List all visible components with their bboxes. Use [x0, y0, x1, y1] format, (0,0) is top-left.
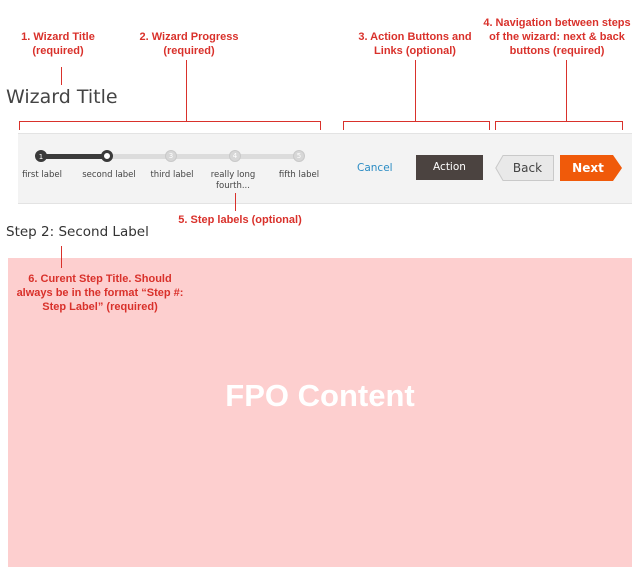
step-4-indicator[interactable]: 4	[229, 150, 241, 162]
annotation-line	[61, 67, 62, 85]
action-button[interactable]: Action	[416, 155, 483, 180]
annotation-line	[61, 246, 62, 268]
annotation-line	[566, 60, 567, 121]
annotation-action-buttons: 3. Action Buttons and Links (optional)	[358, 31, 472, 57]
annotation-step-title: 6. Curent Step Title. Should always be i…	[16, 273, 184, 313]
step-5-indicator[interactable]: 5	[293, 150, 305, 162]
next-button-label: Next	[572, 161, 604, 175]
fpo-content-placeholder: FPO Content	[225, 378, 415, 413]
step-2-indicator[interactable]	[101, 150, 113, 162]
next-button[interactable]: Next	[560, 155, 622, 181]
annotation-step-labels: 5. Step labels (optional)	[178, 214, 302, 226]
back-button-label: Back	[512, 161, 543, 175]
step-5-label: fifth label	[278, 170, 320, 180]
annotation-bracket	[495, 121, 496, 130]
annotation-wizard-progress: 2. Wizard Progress (required)	[139, 31, 239, 57]
annotation-bracket	[19, 121, 20, 130]
annotation-wizard-title: 1. Wizard Title (required)	[21, 31, 95, 57]
annotation-line	[186, 60, 187, 121]
current-step-title: Step 2: Second Label	[6, 224, 149, 240]
cancel-link[interactable]: Cancel	[357, 162, 393, 174]
annotation-bracket	[19, 121, 320, 122]
progress-track-completed	[41, 154, 107, 159]
step-3-indicator[interactable]: 3	[165, 150, 177, 162]
annotation-bracket	[320, 121, 321, 130]
step-1-indicator[interactable]: 1	[35, 150, 47, 162]
annotation-bracket	[622, 121, 623, 130]
step-3-label: third label	[150, 170, 194, 180]
annotation-bracket	[343, 121, 489, 122]
wizard-title: Wizard Title	[6, 86, 118, 108]
annotation-bracket	[343, 121, 344, 130]
progress-track-remaining	[107, 154, 299, 159]
annotation-line	[415, 60, 416, 121]
annotation-bracket	[495, 121, 622, 122]
back-button[interactable]: Back	[495, 155, 554, 181]
annotation-navigation: 4. Navigation between steps of the wizar…	[483, 17, 631, 57]
step-4-label: really long fourth...	[210, 170, 256, 191]
annotation-bracket	[489, 121, 490, 130]
annotation-line	[235, 193, 236, 211]
